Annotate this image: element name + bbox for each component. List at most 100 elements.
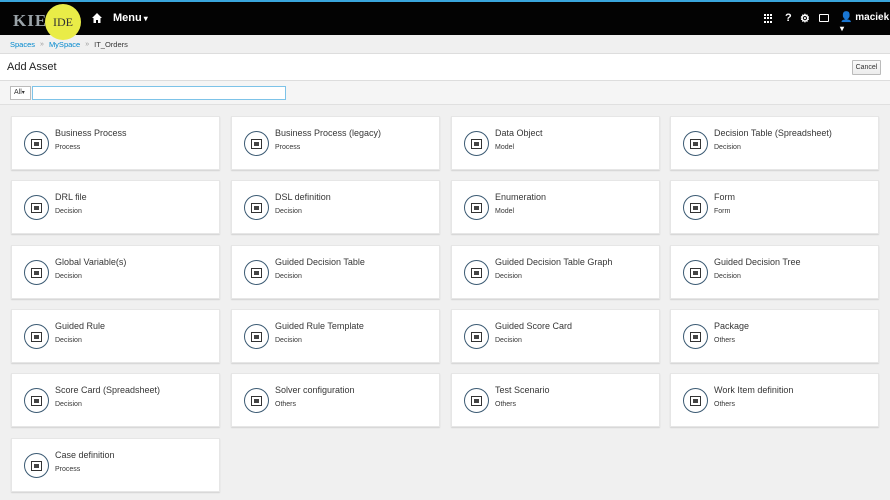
asset-card[interactable]: Solver configuration Others [231,373,440,427]
asset-card-title: Decision Table (Spreadsheet) [714,128,832,138]
asset-card[interactable]: Form Form [670,180,879,234]
asset-card[interactable]: Enumeration Model [451,180,660,234]
asset-card[interactable]: Work Item definition Others [670,373,879,427]
asset-card[interactable]: Business Process (legacy) Process [231,116,440,170]
breadcrumb-myspace[interactable]: MySpace [49,40,80,49]
asset-card-title: Guided Decision Table Graph [495,257,613,267]
breadcrumb-current: IT_Orders [94,40,128,49]
asset-card-title: Global Variable(s) [55,257,127,267]
guided-rule-template-icon [244,324,269,349]
briefcase-icon[interactable] [819,14,829,22]
asset-card-category: Process [55,466,81,473]
global-variable-icon [24,260,49,285]
asset-card[interactable]: Case definition Process [11,438,220,492]
asset-card-category: Decision [495,337,522,344]
asset-card[interactable]: Guided Rule Decision [11,309,220,363]
asset-card[interactable]: Decision Table (Spreadsheet) Decision [670,116,879,170]
asset-search-input[interactable] [32,86,286,100]
guided-table-graph-icon [464,260,489,285]
filter-bar: All▾ [0,81,890,105]
asset-card-title: Test Scenario [495,385,550,395]
asset-card-category: Decision [55,273,82,280]
asset-card-title: Work Item definition [714,385,794,395]
breadcrumb-spaces[interactable]: Spaces [10,40,35,49]
package-icon [683,324,708,349]
process-icon [24,131,49,156]
asset-card[interactable]: Guided Decision Table Graph Decision [451,245,660,299]
asset-card[interactable]: DSL definition Decision [231,180,440,234]
asset-card-category: Decision [714,273,741,280]
asset-card-title: Guided Rule [55,321,106,331]
asset-card-title: DSL definition [275,192,331,202]
guided-rule-icon [24,324,49,349]
test-scenario-icon [464,388,489,413]
asset-card-title: Package [714,321,750,331]
asset-card-title: Business Process [55,128,127,138]
user-menu[interactable]: 👤 maciek ▾ [840,12,890,34]
category-filter-value: All [14,89,22,96]
asset-card[interactable]: Guided Score Card Decision [451,309,660,363]
asset-card[interactable]: Data Object Model [451,116,660,170]
page-title: Add Asset [7,61,57,73]
asset-card-category: Decision [495,273,522,280]
gear-icon[interactable]: ⚙ [800,12,810,25]
asset-card-category: Decision [55,401,82,408]
asset-card-category: Model [495,208,515,215]
asset-card-category: Decision [55,337,82,344]
asset-card-category: Decision [275,337,302,344]
data-object-icon [464,131,489,156]
help-icon[interactable]: ? [785,12,792,24]
asset-card[interactable]: Guided Decision Tree Decision [670,245,879,299]
asset-card-category: Process [275,144,301,151]
work-item-icon [683,388,708,413]
asset-card-title: Enumeration [495,192,547,202]
asset-card-category: Others [275,401,297,408]
asset-card-title: Solver configuration [275,385,355,395]
home-icon[interactable] [92,13,102,23]
asset-card-title: Business Process (legacy) [275,128,382,138]
user-name: maciek [855,12,890,23]
asset-card-category: Decision [714,144,741,151]
asset-card-category: Others [495,401,517,408]
category-filter-select[interactable]: All▾ [10,86,31,100]
process-icon [24,453,49,478]
dsl-icon [244,195,269,220]
asset-card[interactable]: Score Card (Spreadsheet) Decision [11,373,220,427]
logo-kie-text: KIE [13,11,48,30]
top-navbar: KIE IDE Menu ▾ ? ⚙ 👤 maciek ▾ [0,0,890,40]
chevron-down-icon: ▾ [21,90,25,96]
breadcrumb-separator: » [85,41,90,48]
asset-card-title: Form [714,192,735,202]
asset-card[interactable]: Test Scenario Others [451,373,660,427]
chevron-down-icon: ▾ [143,14,148,23]
asset-card[interactable]: Package Others [670,309,879,363]
score-card-spreadsheet-icon [24,388,49,413]
page-header: Add Asset Cancel [0,53,890,81]
chevron-down-icon: ▾ [840,24,845,33]
asset-card-category: Process [55,144,81,151]
spreadsheet-icon [683,131,708,156]
asset-card-title: Guided Decision Table [275,257,365,267]
logo-ide-badge: IDE [45,4,81,40]
asset-card-title: Guided Decision Tree [714,257,801,267]
asset-card-category: Model [495,144,515,151]
cancel-button[interactable]: Cancel [852,60,881,75]
asset-card[interactable]: DRL file Decision [11,180,220,234]
asset-card-category: Form [714,208,731,215]
form-icon [683,195,708,220]
asset-card[interactable]: Guided Decision Table Decision [231,245,440,299]
apps-grid-icon[interactable] [764,14,773,23]
asset-card-title: Score Card (Spreadsheet) [55,385,161,395]
asset-card[interactable]: Business Process Process [11,116,220,170]
process-icon [244,131,269,156]
asset-card-category: Decision [275,208,302,215]
menu-dropdown[interactable]: Menu ▾ [113,12,148,24]
asset-card-title: Data Object [495,128,543,138]
score-card-icon [464,324,489,349]
user-icon: 👤 [840,12,853,23]
asset-card[interactable]: Guided Rule Template Decision [231,309,440,363]
asset-card-title: Guided Score Card [495,321,573,331]
asset-card[interactable]: Global Variable(s) Decision [11,245,220,299]
drl-file-icon [24,195,49,220]
asset-card-category: Decision [55,208,82,215]
